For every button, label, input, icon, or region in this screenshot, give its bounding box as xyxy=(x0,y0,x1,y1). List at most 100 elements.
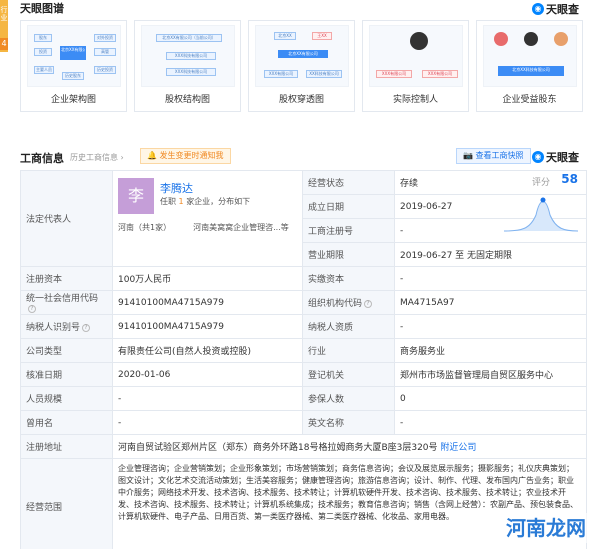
card-caption: 企业架构图 xyxy=(50,95,96,105)
node: 北京XX有限公司 xyxy=(278,50,328,58)
row-value: MA4715A97 xyxy=(394,290,587,315)
right-label: 经营状态 xyxy=(302,170,395,195)
node: 北京XX有限公司 xyxy=(60,46,86,60)
snapshot-label: 查看工商快照 xyxy=(475,151,524,160)
label-text: 统一社会信用代码 xyxy=(26,294,99,304)
row-label: 登记机关 xyxy=(302,362,395,387)
table-row: 公司类型 有限责任公司(自然人投资或控股) 行业 商务服务业 xyxy=(20,338,587,363)
graph-section-title: 天眼图谱 xyxy=(20,2,64,15)
chevron-right-icon: › xyxy=(120,153,124,162)
right-label: 工商注册号 xyxy=(302,218,395,243)
row-label: 行业 xyxy=(302,338,395,363)
person-avatar-icon xyxy=(554,32,568,46)
history-link[interactable]: 历史工商信息 › xyxy=(70,152,124,163)
help-icon[interactable]: ? xyxy=(28,304,36,313)
right-label: 成立日期 xyxy=(302,194,395,219)
score-marker xyxy=(540,197,546,203)
table-row: 统一社会信用代码? 91410100MA4715A979 组织机构代码? MA4… xyxy=(20,290,587,315)
node: XXX科技有限公司 xyxy=(166,68,216,76)
person-avatar-icon xyxy=(494,32,508,46)
table-row: 曾用名 - 英文名称 - xyxy=(20,410,587,435)
notify-button[interactable]: 🔔 发生变更时通知我 xyxy=(140,148,231,164)
row-value: 有限责任公司(自然人投资或控股) xyxy=(112,338,303,363)
address-value: 河南自贸试验区郑州片区（郑东）商务外环路18号格拉姆商务大厦B座3层320号 附… xyxy=(112,434,587,459)
side-tag-count: 4 xyxy=(0,38,8,50)
card-caption: 实际控制人 xyxy=(392,95,438,105)
row-value: - xyxy=(394,266,587,291)
label-text: 人员规模 xyxy=(26,395,63,405)
label-text: 纳税人识别号 xyxy=(26,323,81,333)
tenure-prefix: 任职 xyxy=(160,196,176,206)
legal-rep-label: 法定代表人 xyxy=(20,170,113,267)
card-equity-penetration[interactable]: 北京XX 王XX 北京XX有限公司 XXX有限公司 XX科技有限公司 股权穿透图 xyxy=(248,20,355,112)
node: 历史投资 xyxy=(94,66,116,74)
thumbnail: 股东 投资 对外投资 高管 北京XX有限公司 主要人员 历史股东 历史投资 xyxy=(27,25,121,87)
graph-cards: 股东 投资 对外投资 高管 北京XX有限公司 主要人员 历史股东 历史投资 企业… xyxy=(20,20,586,112)
region-label[interactable]: 河南（共1家） xyxy=(118,222,171,236)
eye-icon: ◉ xyxy=(532,3,544,15)
person-avatar-icon xyxy=(410,32,428,50)
card-equity-structure[interactable]: 北京XX有限公司（当前公司） XXX科技有限公司 XXX科技有限公司 股权结构图 xyxy=(134,20,241,112)
tianyancha-logo: ◉ 天眼查 xyxy=(532,1,579,17)
help-icon[interactable]: ? xyxy=(364,299,373,308)
business-section-title: 工商信息 xyxy=(20,152,64,165)
node: 股东 xyxy=(34,34,52,42)
thumbnail: 北京XX有限公司（当前公司） XXX科技有限公司 XXX科技有限公司 xyxy=(141,25,235,87)
row-value: - xyxy=(394,410,587,435)
node: 北京XX科技有限公司 xyxy=(498,66,564,76)
row-label: 人员规模 xyxy=(20,386,113,411)
row-label: 注册资本 xyxy=(20,266,113,291)
row-label: 曾用名 xyxy=(20,410,113,435)
avatar[interactable]: 李 xyxy=(118,177,154,214)
scope-label: 经营范围 xyxy=(20,458,113,549)
row-label: 统一社会信用代码? xyxy=(20,290,113,315)
row-label: 组织机构代码? xyxy=(302,290,395,315)
label-text: 曾用名 xyxy=(26,419,54,429)
node: 投资 xyxy=(34,48,52,56)
node: XXX有限公司 xyxy=(376,70,412,78)
company-link[interactable]: 河南美窝窝企业管理咨...等 xyxy=(193,222,289,236)
card-caption: 股权穿透图 xyxy=(278,95,324,105)
node: 对外投资 xyxy=(94,34,116,42)
node: XXX有限公司 xyxy=(422,70,458,78)
right-value: 2019-06-27 至 无固定期限 xyxy=(394,242,587,267)
node: 历史股东 xyxy=(62,72,84,80)
address-text: 河南自贸试验区郑州片区（郑东）商务外环路18号格拉姆商务大厦B座3层320号 xyxy=(118,443,438,453)
help-icon[interactable]: ? xyxy=(82,323,91,332)
row-value: 91410100MA4715A979 xyxy=(112,314,303,339)
node: 高管 xyxy=(94,48,116,56)
row-label: 纳税人识别号? xyxy=(20,314,113,339)
thumbnail: 北京XX科技有限公司 xyxy=(483,25,577,87)
card-enterprise-structure[interactable]: 股东 投资 对外投资 高管 北京XX有限公司 主要人员 历史股东 历史投资 企业… xyxy=(20,20,127,112)
node: XX科技有限公司 xyxy=(306,70,342,78)
label-text: 纳税人资质 xyxy=(308,323,354,333)
legal-rep-name[interactable]: 李腾达 xyxy=(160,180,193,196)
card-beneficial-owner[interactable]: 北京XX科技有限公司 企业受益股东 xyxy=(476,20,583,112)
logo-text: 天眼查 xyxy=(546,151,579,164)
legal-rep-cell: 李 李腾达 任职 1 家企业，分布如下 河南（共1家） 河南美窝窝企业管理咨..… xyxy=(112,170,303,267)
card-actual-controller[interactable]: XXX有限公司 XXX有限公司 实际控制人 xyxy=(362,20,469,112)
node: 王XX xyxy=(312,32,332,40)
status-value: 存续 xyxy=(400,179,419,189)
tenure-suffix: 家企业，分布如下 xyxy=(186,196,251,206)
logo-text: 天眼查 xyxy=(546,3,579,16)
row-label: 纳税人资质 xyxy=(302,314,395,339)
row-value: - xyxy=(112,386,303,411)
row-value: - xyxy=(394,314,587,339)
row-label: 实缴资本 xyxy=(302,266,395,291)
label-text: 组织机构代码 xyxy=(308,299,363,309)
label-text: 参保人数 xyxy=(308,395,345,405)
person-avatar-icon xyxy=(524,32,538,46)
business-header: 工商信息 历史工商信息 › 🔔 发生变更时通知我 📷 查看工商快照 ◉ 天眼查 xyxy=(20,148,586,166)
watermark: 河南龙网 xyxy=(496,513,596,543)
thumbnail: XXX有限公司 XXX有限公司 xyxy=(369,25,463,87)
snapshot-button[interactable]: 📷 查看工商快照 xyxy=(456,148,531,164)
row-value: 2020-01-06 xyxy=(112,362,303,387)
row-value: - xyxy=(112,410,303,435)
tenure-count: 1 xyxy=(178,196,184,206)
score-value[interactable]: 58 xyxy=(561,172,578,186)
row-label: 公司类型 xyxy=(20,338,113,363)
table-row: 核准日期 2020-01-06 登记机关 郑州市市场监督管理局自贸区服务中心 xyxy=(20,362,587,387)
nearby-companies-link[interactable]: 附近公司 xyxy=(440,443,476,453)
table-row: 人员规模 - 参保人数 0 xyxy=(20,386,587,411)
